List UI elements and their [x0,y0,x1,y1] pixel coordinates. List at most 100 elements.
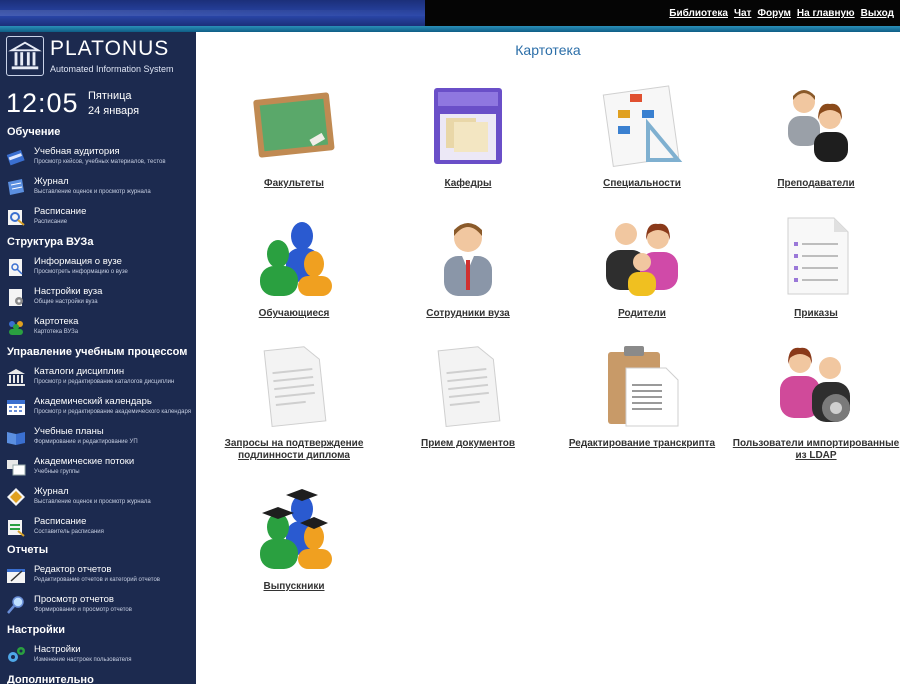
settings-document-icon [9,289,23,306]
sidebar-item-academic-streams[interactable]: Академические потоки Учебные группы [4,454,194,482]
sidebar-item-title: Академический календарь [34,396,152,407]
people-group-icon [9,321,23,335]
sidebar-item-title: Учебная аудитория [34,146,120,157]
sidebar-item-subtitle: Картотека ВУЗа [34,329,79,335]
sidebar-item-subtitle: Расписание [34,219,68,225]
sidebar-item-subtitle: Просмотр и редактирование академического… [34,409,191,415]
tile-label: Выпускники [263,581,325,592]
logo[interactable]: PLATONUS Automated Information System [5,35,193,79]
link-library[interactable]: Библиотека [669,8,728,19]
sidebar-item-academic-calendar[interactable]: Академический календарь Просмотр и редак… [4,394,194,422]
sidebar-item-title: Настройки [34,644,81,655]
sidebar-item-title: Картотека [34,316,79,327]
sidebar-item-title: Учебные планы [34,426,104,437]
sidebar-item-university-settings[interactable]: Настройки вуза Общие настройки вуза [4,284,194,312]
open-book-icon [7,432,25,445]
sidebar-item-subtitle: Составитель расписания [34,529,104,535]
tile-document-reception[interactable]: Прием документов [383,344,553,469]
students-icon [260,222,332,296]
sidebar-item-title: Расписание [34,206,87,217]
gears-icon [8,647,25,662]
sidebar-item-schedule-2[interactable]: Расписание Составитель расписания [4,514,194,542]
tile-label: Преподаватели [777,178,855,189]
top-bar: Библиотека Чат Форум На главную Выход [0,0,900,32]
windows-icon [7,460,26,476]
document-icon [263,346,327,428]
sidebar-item-schedule[interactable]: Расписание Расписание [4,204,194,232]
logo-subtitle: Automated Information System [50,64,174,74]
book-icon [6,149,25,166]
sidebar-item-journal-2[interactable]: Журнал Выставление оценок и просмотр жур… [4,484,194,512]
tile-faculties[interactable]: Факультеты [209,84,379,209]
sidebar-item-card-index[interactable]: Картотека Картотека ВУЗа [4,314,194,342]
chalkboard-icon [253,92,335,158]
link-forum[interactable]: Форум [757,8,790,19]
sidebar-item-subtitle: Формирование и редактирование УП [34,439,138,445]
sidebar-item-subtitle: Редактирование отчетов и категорий отчет… [34,577,160,583]
tile-staff[interactable]: Сотрудники вуза [383,214,553,339]
tile-label: Факультеты [264,178,324,189]
building-columns-icon [6,36,44,76]
top-bar-links-area: Библиотека Чат Форум На главную Выход [425,0,900,26]
section-title-reports: Отчеты [7,544,49,556]
sidebar-item-title: Каталоги дисциплин [34,366,125,377]
sidebar-item-title: Просмотр отчетов [34,594,114,605]
sidebar-item-discipline-catalogs[interactable]: Каталоги дисциплин Просмотр и редактиров… [4,364,194,392]
sidebar-item-title: Настройки вуза [34,286,103,297]
section-title-structure: Структура ВУЗа [7,236,94,248]
graduates-icon [260,489,332,569]
tile-students[interactable]: Обучающиеся [209,214,379,339]
sidebar-item-report-view[interactable]: Просмотр отчетов Формирование и просмотр… [4,592,194,620]
tile-transcript-edit[interactable]: Редактирование транскрипта [557,344,727,469]
parents-icon [606,223,678,296]
sidebar-item-study-plans[interactable]: Учебные планы Формирование и редактирова… [4,424,194,452]
sidebar-item-title: Журнал [34,176,69,187]
sidebar-item-university-info[interactable]: Информация о вузе Просмотреть информацию… [4,254,194,282]
sidebar-item-journal[interactable]: Журнал Выставление оценок и просмотр жур… [4,174,194,202]
sidebar-item-report-editor[interactable]: Редактор отчетов Редактирование отчетов … [4,562,194,590]
sidebar-item-subtitle: Общие настройки вуза [34,299,98,305]
section-title-learning: Обучение [7,126,61,138]
sidebar-item-subtitle: Изменение настроек пользователя [34,657,132,663]
tile-orders[interactable]: Приказы [731,214,900,339]
sidebar-item-subtitle: Учебные группы [34,469,80,475]
top-links: Библиотека Чат Форум На главную Выход [669,8,894,19]
building-columns-icon [7,369,25,386]
page-title: Картотека [515,42,581,58]
sidebar-item-title: Редактор отчетов [34,564,112,575]
tile-ldap-users[interactable]: Пользователи импортированные из LDAP [731,344,900,469]
teachers-icon [788,90,848,162]
sidebar-item-classroom[interactable]: Учебная аудитория Просмотр кейсов, учебн… [4,144,194,172]
flowchart-icon [602,85,683,167]
magnifier-icon [7,596,24,614]
document-icon [437,346,501,428]
journal-icon [8,179,24,195]
sidebar-item-title: Журнал [34,486,69,497]
employee-icon [444,223,492,296]
tile-graduates[interactable]: Выпускники [209,487,379,612]
sidebar-item-user-settings[interactable]: Настройки Изменение настроек пользовател… [4,642,194,670]
section-title-settings: Настройки [7,624,66,636]
tile-label: Редактирование транскрипта [568,438,716,449]
section-title-process: Управление учебным процессом [7,346,188,358]
link-home[interactable]: На главную [797,8,855,19]
tile-label: Сотрудники вуза [426,308,510,319]
sidebar-item-subtitle: Просмотреть информацию о вузе [34,269,128,275]
tile-diploma-requests[interactable]: Запросы на подтверждение подлинности дип… [209,344,379,469]
tile-label: Родители [618,308,666,319]
sidebar-item-subtitle: Выставление оценок и просмотр журнала [34,499,151,505]
tile-teachers[interactable]: Преподаватели [731,84,900,209]
tile-departments[interactable]: Кафедры [383,84,553,209]
link-chat[interactable]: Чат [734,8,752,19]
sidebar-item-subtitle: Формирование и просмотр отчетов [34,607,132,613]
link-logout[interactable]: Выход [861,8,894,19]
tile-label: Запросы на подтверждение подлинности дип… [224,438,364,461]
tile-label: Прием документов [421,438,515,449]
clipboard-icon [608,346,679,427]
sidebar-item-title: Расписание [34,516,87,527]
sidebar: PLATONUS Automated Information System 12… [0,32,196,684]
journal-icon [7,488,25,506]
tile-label: Специальности [603,178,681,189]
tile-specialties[interactable]: Специальности [557,84,727,209]
tile-parents[interactable]: Родители [557,214,727,339]
